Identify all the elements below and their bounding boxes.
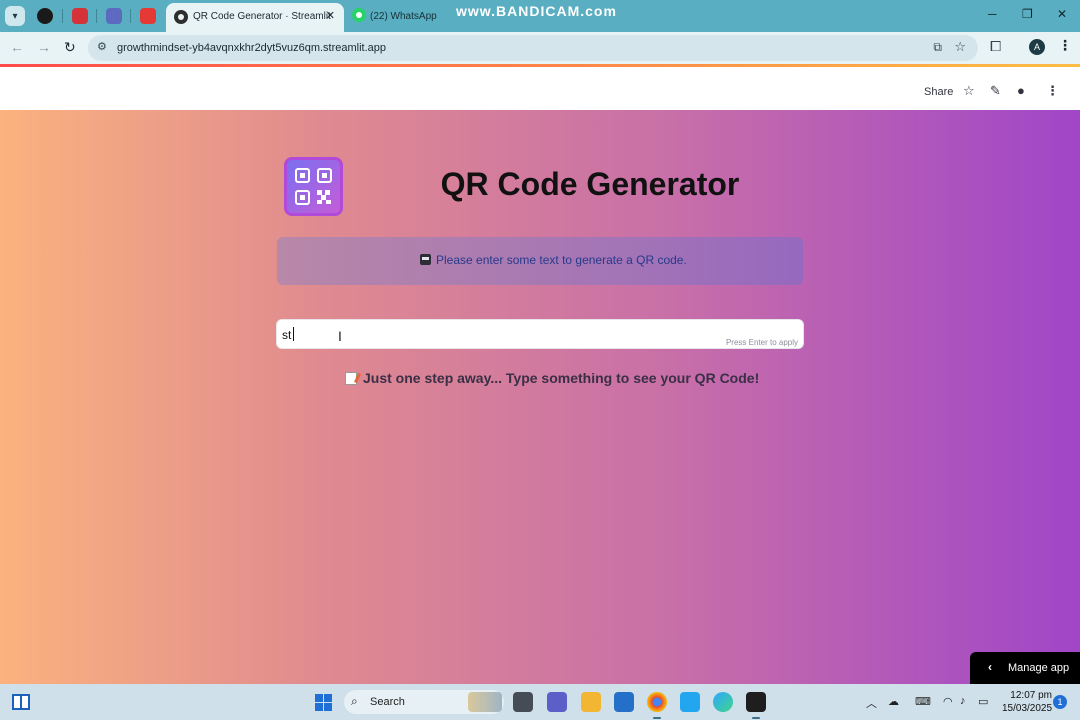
pinned-tab-icon[interactable] <box>106 8 122 24</box>
memo-icon <box>345 372 357 385</box>
battery-icon[interactable]: ▭ <box>978 695 988 708</box>
taskbar-clock[interactable]: 12:07 pm 15/03/2025 <box>1002 689 1052 715</box>
taskbar-search-label: Search <box>370 696 405 708</box>
pinned-tab-icon[interactable] <box>37 8 53 24</box>
qr-text-input[interactable]: st Press Enter to apply <box>276 319 804 349</box>
page-title: QR Code Generator <box>440 166 740 202</box>
ibeam-cursor-icon: I <box>338 328 342 344</box>
windows-taskbar: ⌕ Search ︿ ☁ ⌨ ◠ ♪ ▭ 12:07 pm 15/03/2025… <box>0 684 1080 720</box>
teams-icon[interactable] <box>547 692 567 712</box>
reload-icon[interactable]: ↻ <box>64 39 76 56</box>
close-icon[interactable]: ✕ <box>1057 7 1067 21</box>
tab-close-icon[interactable]: ✕ <box>326 9 335 22</box>
arrow-left-icon[interactable]: ← <box>10 39 24 55</box>
tab-title: QR Code Generator · Streamlit <box>193 11 331 22</box>
input-hint: Press Enter to apply <box>725 338 798 347</box>
step-message-text: Just one step away... Type something to … <box>363 370 760 386</box>
file-explorer-icon[interactable] <box>581 692 601 712</box>
terminal-icon[interactable] <box>746 692 766 712</box>
volume-icon[interactable]: ♪ <box>960 695 966 707</box>
maximize-icon[interactable]: ❐ <box>1022 7 1033 21</box>
kebab-icon[interactable]: ⋮ <box>1046 83 1059 99</box>
chrome-icon[interactable] <box>647 692 667 712</box>
clock-date: 15/03/2025 <box>1002 703 1053 714</box>
tab-title: (22) WhatsApp <box>370 11 437 22</box>
search-highlight-image <box>468 692 502 712</box>
manage-app-button[interactable]: ‹ Manage app <box>970 652 1080 684</box>
chevron-left-icon: ‹ <box>988 660 992 674</box>
qr-text-input-value[interactable]: st <box>282 328 291 342</box>
manage-app-label: Manage app <box>1008 662 1070 674</box>
puzzle-icon[interactable]: ⧠ <box>990 38 1001 55</box>
tab-separator <box>62 9 63 23</box>
tab-separator <box>130 9 131 23</box>
info-alert: Please enter some text to generate a QR … <box>277 237 803 285</box>
kebab-icon[interactable]: ⋮ <box>1058 37 1072 54</box>
vscode-icon[interactable] <box>680 692 700 712</box>
search-icon: ⌕ <box>351 694 358 708</box>
qr-code-icon <box>284 157 343 216</box>
streamlit-header: Share ☆ ✎ ● ⋮ <box>0 67 1080 110</box>
browser-tab-strip: ▾ QR Code Generator · Streamlit ✕ (22) W… <box>0 0 1080 32</box>
streamlit-icon <box>174 10 188 24</box>
tab-separator <box>96 9 97 23</box>
active-app-indicator <box>653 717 661 719</box>
onedrive-icon[interactable]: ☁ <box>888 695 899 708</box>
tune-icon[interactable]: ⚙ <box>97 40 107 53</box>
pinned-tab-icon[interactable] <box>140 8 156 24</box>
info-emoji-icon <box>420 254 431 265</box>
address-bar[interactable]: ⚙ growthmindset-yb4avqnxkhr2dyt5vuz6qm.s… <box>88 35 978 61</box>
windows-start-icon[interactable] <box>315 694 332 711</box>
chevron-up-icon[interactable]: ︿ <box>866 695 877 711</box>
active-app-indicator <box>752 717 760 719</box>
star-icon[interactable]: ☆ <box>954 39 966 55</box>
clock-time: 12:07 pm <box>1010 690 1052 701</box>
github-icon[interactable]: ● <box>1017 83 1025 98</box>
tab-search-button[interactable]: ▾ <box>5 6 25 26</box>
arrow-right-icon[interactable]: → <box>37 39 51 55</box>
keyboard-icon[interactable]: ⌨ <box>915 695 931 708</box>
info-alert-text: Please enter some text to generate a QR … <box>436 253 687 267</box>
minimize-icon[interactable]: ─ <box>988 7 997 21</box>
install-app-icon[interactable]: ⧉ <box>933 40 942 55</box>
whatsapp-icon <box>352 8 366 22</box>
wifi-icon[interactable]: ◠ <box>943 695 953 708</box>
store-icon[interactable] <box>614 692 634 712</box>
step-message: Just one step away... Type something to … <box>345 370 759 386</box>
text-caret <box>293 327 294 341</box>
browser-toolbar: ← → ↻ ⚙ growthmindset-yb4avqnxkhr2dyt5vu… <box>0 32 1080 64</box>
tab-whatsapp[interactable]: (22) WhatsApp <box>352 3 462 29</box>
profile-avatar[interactable]: A <box>1029 39 1045 55</box>
pencil-icon[interactable]: ✎ <box>990 83 1001 99</box>
share-button[interactable]: Share <box>924 86 953 98</box>
notification-badge[interactable]: 1 <box>1053 695 1067 709</box>
widgets-icon[interactable] <box>12 694 30 710</box>
app-main: QR Code Generator Please enter some text… <box>0 110 1080 684</box>
url-text[interactable]: growthmindset-yb4avqnxkhr2dyt5vuz6qm.str… <box>117 42 386 54</box>
recording-watermark: www.BANDICAM.com <box>456 3 617 19</box>
star-icon[interactable]: ☆ <box>963 83 975 99</box>
task-view-icon[interactable] <box>513 692 533 712</box>
taskbar-search[interactable]: ⌕ Search <box>344 690 504 714</box>
edge-icon[interactable] <box>713 692 733 712</box>
pinned-tab-icon[interactable] <box>72 8 88 24</box>
tab-qr-code-generator[interactable]: QR Code Generator · Streamlit ✕ <box>166 3 344 32</box>
